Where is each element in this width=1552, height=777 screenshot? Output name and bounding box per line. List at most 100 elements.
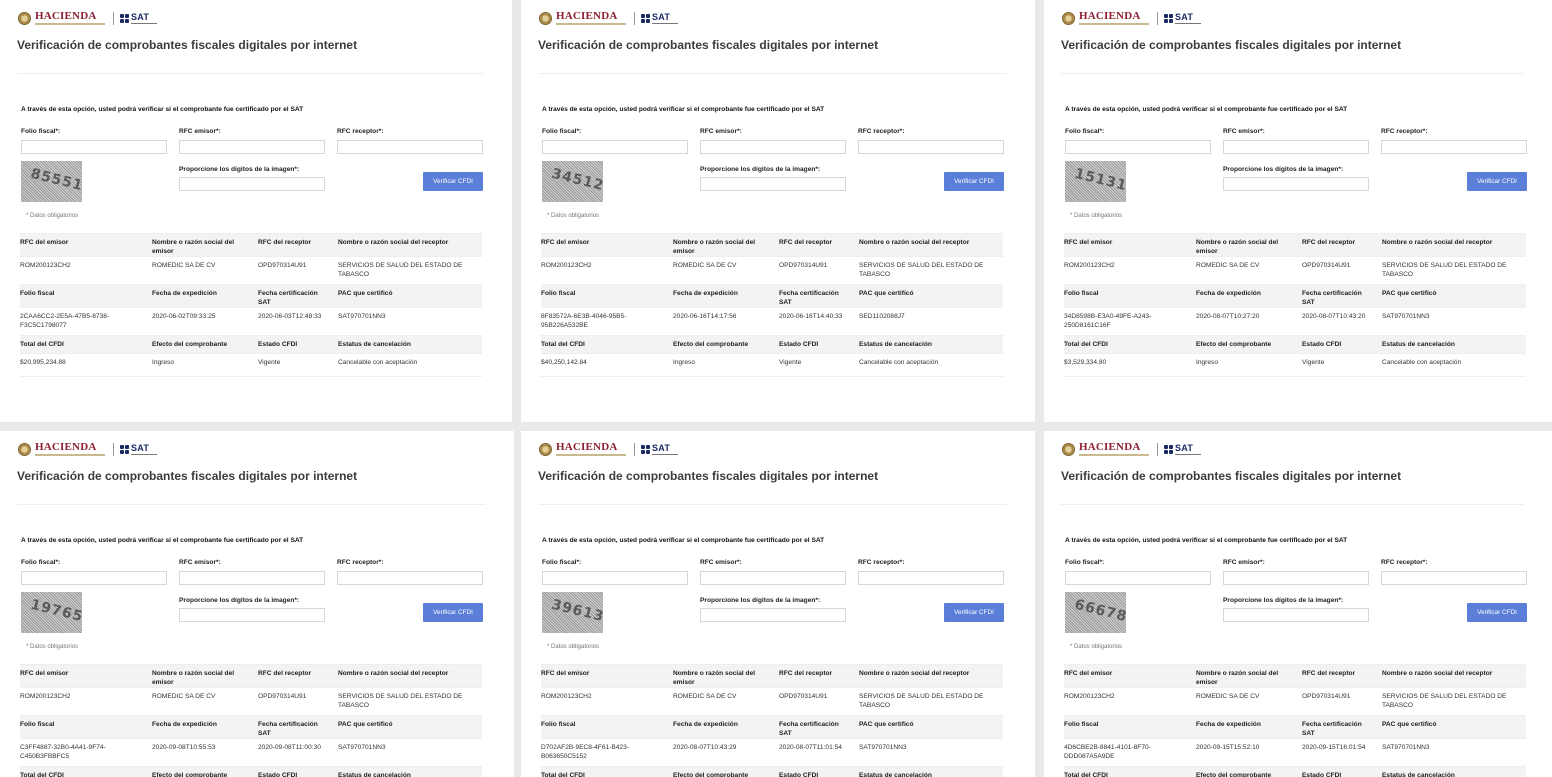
rfc-emisor-input[interactable] xyxy=(700,140,846,154)
required-note: * Datos obligatorios xyxy=(547,213,600,219)
intro-text: A través de esta opción, usted podrá ver… xyxy=(1065,106,1348,113)
captcha-digits-input[interactable] xyxy=(179,608,325,622)
coat-of-arms-icon xyxy=(18,11,31,25)
rfc-emisor-label: RFC emisor*: xyxy=(179,128,221,135)
folio-input[interactable] xyxy=(542,140,688,154)
result-value-row: $20,995,234.88 Ingreso Vigente Cancelable c… xyxy=(20,354,482,377)
result-header-row: RFC del emisor Nombre o razón social del … xyxy=(1064,665,1526,688)
captcha-digits-input[interactable] xyxy=(179,177,325,191)
captcha-digits-input[interactable] xyxy=(1223,608,1369,622)
col-header-fecha-expedicion: Fecha de expedición xyxy=(152,721,217,728)
verify-cfdi-button[interactable]: Verificar CFDI xyxy=(423,603,483,622)
rfc-emisor-input[interactable] xyxy=(179,571,325,585)
result-header-row: Folio fiscal Fecha de expedición Fecha cer… xyxy=(20,716,482,739)
cell-efecto: Ingreso xyxy=(1196,359,1218,366)
folio-input[interactable] xyxy=(21,571,167,585)
result-value-row: 4D6CBE2B-8841-4101-8F70-DDD087A5A9DE 2020… xyxy=(1064,739,1526,767)
col-header-folio: Folio fiscal xyxy=(1064,721,1099,728)
rfc-receptor-input[interactable] xyxy=(1381,571,1527,585)
required-note: * Datos obligatorios xyxy=(26,644,79,650)
captcha-digits-input[interactable] xyxy=(700,177,846,191)
col-header-rfc-receptor: RFC del receptor xyxy=(779,239,833,246)
rfc-emisor-input[interactable] xyxy=(1223,571,1369,585)
divider xyxy=(538,504,1007,505)
page-title: Verificación de comprobantes fiscales di… xyxy=(1061,38,1402,52)
result-header-row: RFC del emisor Nombre o razón social del … xyxy=(1064,234,1526,257)
verification-panel: HACIENDA SAT Verificación de comprobante… xyxy=(521,431,1035,777)
rfc-receptor-input[interactable] xyxy=(1381,140,1527,154)
col-header-rfc-receptor: RFC del receptor xyxy=(258,239,312,246)
col-header-folio: Folio fiscal xyxy=(20,290,55,297)
divider xyxy=(1061,73,1524,74)
cell-nombre-receptor: SERVICIOS DE SALUD DEL ESTADO DE TABASCO xyxy=(1382,693,1507,709)
folio-label: Folio fiscal*: xyxy=(21,128,61,135)
rfc-receptor-input[interactable] xyxy=(858,140,1004,154)
col-header-total: Total del CFDI xyxy=(541,341,585,348)
folio-label: Folio fiscal*: xyxy=(1065,128,1105,135)
cell-pac: SAT970701NN3 xyxy=(338,313,386,320)
cell-fecha-certificacion: 2020-09-15T16:01:54 xyxy=(1302,744,1366,751)
sat-dots-icon xyxy=(641,444,650,454)
col-header-rfc-emisor: RFC del emisor xyxy=(541,670,590,677)
col-header-fecha-certificacion: Fecha certificación SAT xyxy=(258,721,318,737)
intro-text: A través de esta opción, usted podrá ver… xyxy=(542,537,825,544)
result-value-row: ROM200123CH2 ROMEDIC SA DE CV OPD970314U91… xyxy=(1064,688,1526,716)
result-value-row: ROM200123CH2 ROMEDIC SA DE CV OPD970314U91… xyxy=(541,688,1003,716)
cell-pac: SAT970701NN3 xyxy=(338,744,386,751)
folio-input[interactable] xyxy=(1065,571,1211,585)
rfc-emisor-label: RFC emisor*: xyxy=(179,559,221,566)
col-header-estatus-cancelacion: Estatus de cancelación xyxy=(338,341,411,348)
folio-input[interactable] xyxy=(542,571,688,585)
cell-rfc-receptor: OPD970314U91 xyxy=(779,693,828,700)
header-logos: HACIENDA SAT xyxy=(539,440,678,458)
verify-cfdi-button[interactable]: Verificar CFDI xyxy=(944,172,1004,191)
rfc-receptor-label: RFC receptor*: xyxy=(858,559,905,566)
captcha-digits-input[interactable] xyxy=(700,608,846,622)
captcha-digits-input[interactable] xyxy=(1223,177,1369,191)
verification-panel: HACIENDA SAT Verificación de comprobante… xyxy=(0,431,514,777)
col-header-rfc-receptor: RFC del receptor xyxy=(1302,239,1356,246)
col-header-efecto: Efecto del comprobante xyxy=(1196,341,1272,348)
rfc-receptor-input[interactable] xyxy=(337,140,483,154)
folio-label: Folio fiscal*: xyxy=(21,559,61,566)
rfc-emisor-input[interactable] xyxy=(1223,140,1369,154)
col-header-nombre-receptor: Nombre o razón social del receptor xyxy=(338,670,449,677)
rfc-emisor-input[interactable] xyxy=(700,571,846,585)
result-value-row: 8F83572A-6E3B-4046-95B5-95B226A532BE 2020… xyxy=(541,308,1003,336)
verify-cfdi-button[interactable]: Verificar CFDI xyxy=(944,603,1004,622)
col-header-rfc-emisor: RFC del emisor xyxy=(1064,670,1113,677)
verify-cfdi-button[interactable]: Verificar CFDI xyxy=(423,172,483,191)
cell-rfc-receptor: OPD970314U91 xyxy=(258,693,307,700)
folio-label: Folio fiscal*: xyxy=(1065,559,1105,566)
rfc-receptor-input[interactable] xyxy=(858,571,1004,585)
cell-total: $3,529,334.80 xyxy=(1064,359,1107,366)
cell-fecha-certificacion: 2020-08-07T10:43:20 xyxy=(1302,313,1366,320)
divider xyxy=(17,73,484,74)
col-header-fecha-certificacion: Fecha certificación SAT xyxy=(1302,721,1362,737)
col-header-efecto: Efecto del comprobante xyxy=(152,772,228,777)
col-header-nombre-receptor: Nombre o razón social del receptor xyxy=(1382,670,1493,677)
cell-rfc-emisor: ROM200123CH2 xyxy=(1064,693,1115,700)
coat-of-arms-icon xyxy=(539,11,552,25)
results-table: RFC del emisor Nombre o razón social del … xyxy=(20,664,482,777)
cell-pac: SAT970701NN3 xyxy=(859,744,907,751)
col-header-estatus-cancelacion: Estatus de cancelación xyxy=(859,341,932,348)
cell-rfc-emisor: ROM200123CH2 xyxy=(20,693,71,700)
cell-fecha-certificacion: 2020-09-08T11:00:30 xyxy=(258,744,321,751)
folio-input[interactable] xyxy=(1065,140,1211,154)
cell-folio: 34D8598B-E3A0-49FE-A243-250D8161C16F xyxy=(1064,313,1152,329)
intro-text: A través de esta opción, usted podrá ver… xyxy=(21,106,304,113)
folio-input[interactable] xyxy=(21,140,167,154)
results-table: RFC del emisor Nombre o razón social del … xyxy=(1064,664,1526,777)
verify-cfdi-button[interactable]: Verificar CFDI xyxy=(1467,603,1527,622)
result-header-row: RFC del emisor Nombre o razón social del … xyxy=(20,665,482,688)
cell-total: $40,250,142.84 xyxy=(541,359,587,366)
result-value-row: ROM200123CH2 ROMEDIC SA DE CV OPD970314U91… xyxy=(20,688,482,716)
verification-panel: HACIENDA SAT Verificación de comprobante… xyxy=(1044,0,1552,422)
result-value-row: D702AF2B-9EC8-4F61-B423-B063650C5152 2020… xyxy=(541,739,1003,767)
rfc-emisor-input[interactable] xyxy=(179,140,325,154)
verify-cfdi-button[interactable]: Verificar CFDI xyxy=(1467,172,1527,191)
result-value-row: ROM200123CH2 ROMEDIC SA DE CV OPD970314U91… xyxy=(1064,257,1526,285)
rfc-receptor-input[interactable] xyxy=(337,571,483,585)
rfc-receptor-label: RFC receptor*: xyxy=(1381,128,1428,135)
